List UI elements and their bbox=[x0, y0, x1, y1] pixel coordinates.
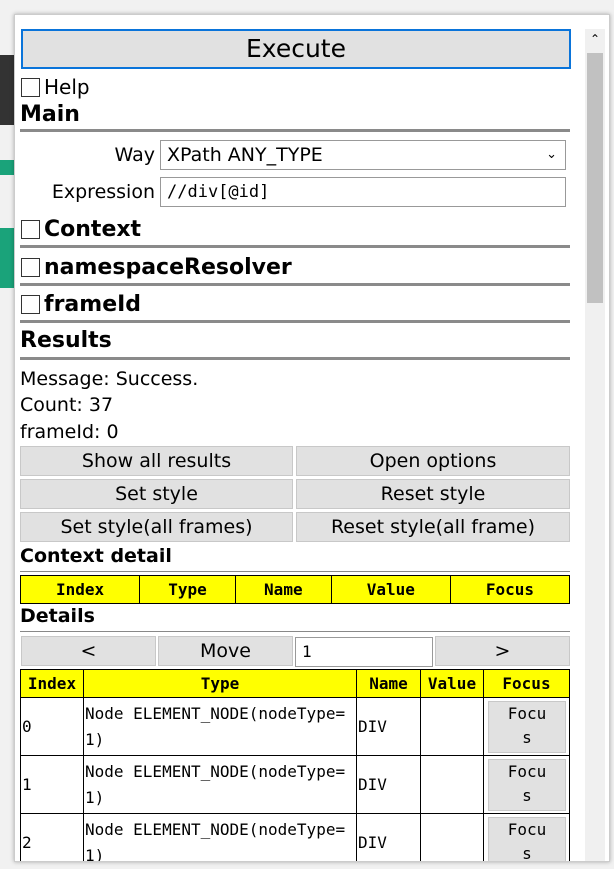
open-options-button[interactable]: Open options bbox=[296, 446, 570, 476]
cell-value bbox=[420, 697, 484, 756]
background-page bbox=[0, 228, 14, 288]
column-header: Type bbox=[83, 669, 357, 698]
context-label: Context bbox=[44, 217, 142, 242]
cell-index: 2 bbox=[20, 813, 84, 861]
set-style-button[interactable]: Set style bbox=[20, 479, 293, 509]
column-header: Index bbox=[19, 575, 141, 604]
namespace-resolver-checkbox[interactable]: namespaceResolver bbox=[21, 255, 292, 280]
background-page bbox=[0, 55, 14, 125]
cell-value bbox=[420, 755, 484, 814]
frame-id-checkbox[interactable]: frameId bbox=[21, 292, 141, 317]
cell-type: Node ELEMENT_NODE(nodeType=1) bbox=[83, 697, 357, 756]
namespace-label: namespaceResolver bbox=[44, 255, 292, 280]
cell-index: 0 bbox=[20, 697, 84, 756]
results-heading: Results bbox=[20, 328, 112, 353]
column-header: Index bbox=[20, 669, 84, 698]
divider bbox=[20, 129, 570, 132]
divider bbox=[20, 631, 570, 632]
prev-page-button[interactable]: < bbox=[21, 636, 156, 666]
reset-style-all-frames-button[interactable]: Reset style(all frame) bbox=[296, 512, 570, 542]
help-checkbox[interactable]: Help bbox=[21, 75, 90, 99]
cell-value bbox=[420, 813, 484, 861]
column-header: Focus bbox=[449, 575, 571, 604]
execute-button[interactable]: Execute bbox=[21, 29, 571, 69]
column-header: Value bbox=[420, 669, 484, 698]
checkbox[interactable] bbox=[21, 77, 40, 97]
way-select[interactable]: XPath ANY_TYPE ⌄ bbox=[160, 140, 566, 170]
divider bbox=[20, 571, 570, 572]
result-message: Message: Success. bbox=[20, 368, 199, 390]
column-header: Name bbox=[356, 669, 421, 698]
table-row: 1 Node ELEMENT_NODE(nodeType=1) DIV Focu… bbox=[20, 755, 570, 814]
focus-button[interactable]: Focus bbox=[488, 816, 566, 861]
divider bbox=[20, 357, 570, 360]
divider bbox=[20, 245, 570, 248]
scroll-up-icon[interactable]: ⌃ bbox=[585, 29, 605, 49]
cell-type: Node ELEMENT_NODE(nodeType=1) bbox=[83, 755, 357, 814]
cell-name: DIV bbox=[356, 813, 421, 861]
help-label: Help bbox=[44, 75, 90, 99]
column-header: Type bbox=[139, 575, 236, 604]
column-header: Focus bbox=[483, 669, 570, 698]
table-row: 2 Node ELEMENT_NODE(nodeType=1) DIV Focu… bbox=[20, 813, 570, 861]
set-style-all-frames-button[interactable]: Set style(all frames) bbox=[20, 512, 293, 542]
page-input[interactable]: 1 bbox=[295, 637, 433, 667]
cell-name: DIV bbox=[356, 755, 421, 814]
focus-button[interactable]: Focus bbox=[488, 758, 566, 811]
details-heading: Details bbox=[20, 605, 95, 627]
result-frame-id: frameId: 0 bbox=[20, 421, 119, 443]
background-page bbox=[0, 160, 14, 175]
main-heading: Main bbox=[20, 102, 80, 127]
next-page-button[interactable]: > bbox=[435, 636, 570, 666]
table-row: 0 Node ELEMENT_NODE(nodeType=1) DIV Focu… bbox=[20, 697, 570, 756]
chevron-down-icon: ⌄ bbox=[546, 147, 557, 162]
reset-style-button[interactable]: Reset style bbox=[296, 479, 570, 509]
context-detail-heading: Context detail bbox=[20, 545, 172, 567]
column-header: Value bbox=[330, 575, 451, 604]
cell-name: DIV bbox=[356, 697, 421, 756]
context-detail-table: Index Type Name Value Focus bbox=[19, 575, 571, 604]
table-header-row: Index Type Name Value Focus bbox=[20, 669, 570, 698]
move-button[interactable]: Move bbox=[158, 636, 293, 666]
scrollbar-thumb[interactable] bbox=[587, 53, 603, 303]
context-checkbox[interactable]: Context bbox=[21, 217, 141, 242]
cell-type: Node ELEMENT_NODE(nodeType=1) bbox=[83, 813, 357, 861]
way-label: Way bbox=[114, 144, 155, 166]
show-all-results-button[interactable]: Show all results bbox=[20, 446, 293, 476]
cell-index: 1 bbox=[20, 755, 84, 814]
divider bbox=[20, 320, 570, 323]
column-header: Name bbox=[234, 575, 332, 604]
expression-input[interactable]: //div[@id] bbox=[160, 177, 566, 207]
extension-popup: Execute Help Main Way XPath ANY_TYPE ⌄ Ex… bbox=[14, 14, 610, 862]
divider bbox=[20, 283, 570, 286]
details-table: Index Type Name Value Focus 0 Node ELEME… bbox=[20, 669, 570, 861]
table-header-row: Index Type Name Value Focus bbox=[19, 575, 571, 604]
expression-label: Expression bbox=[51, 181, 155, 203]
result-count: Count: 37 bbox=[20, 394, 114, 416]
focus-button[interactable]: Focus bbox=[488, 700, 566, 753]
frame-id-label: frameId bbox=[44, 292, 142, 317]
scrollbar[interactable]: ⌃ bbox=[585, 29, 605, 861]
way-value: XPath ANY_TYPE bbox=[167, 144, 323, 166]
